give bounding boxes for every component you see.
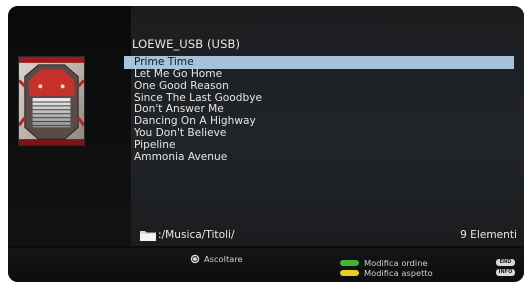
album-cover-art [18,56,85,146]
yellow-key-hint[interactable]: Modifica aspetto [340,268,433,278]
track-item[interactable]: Ammonia Avenue [124,151,514,164]
track-item[interactable]: One Good Reason [124,80,514,93]
footer-bar [8,248,524,282]
cycle-icon [190,254,200,264]
track-item[interactable]: You Don't Believe [124,127,514,140]
path-bar: :/Musica/Titoli/ 9 Elementi [140,228,520,242]
source-title: LOEWE_USB (USB) [132,37,241,51]
end-key-badge[interactable]: END [496,259,515,266]
yellow-key-icon [340,270,359,276]
track-list: Prime Time Let Me Go Home One Good Reaso… [124,56,514,163]
green-key-icon [340,260,359,266]
info-key-badge[interactable]: INFO [496,269,515,276]
green-key-hint[interactable]: Modifica ordine [340,258,428,268]
current-path: :/Musica/Titoli/ [158,229,235,241]
yellow-key-label: Modifica aspetto [364,268,433,278]
folder-icon [140,231,156,241]
play-label: Ascoltare [204,254,243,264]
play-hint[interactable]: Ascoltare [190,253,243,265]
track-item[interactable]: Pipeline [124,139,514,152]
green-key-label: Modifica ordine [364,258,428,268]
item-count: 9 Elementi [460,229,517,241]
